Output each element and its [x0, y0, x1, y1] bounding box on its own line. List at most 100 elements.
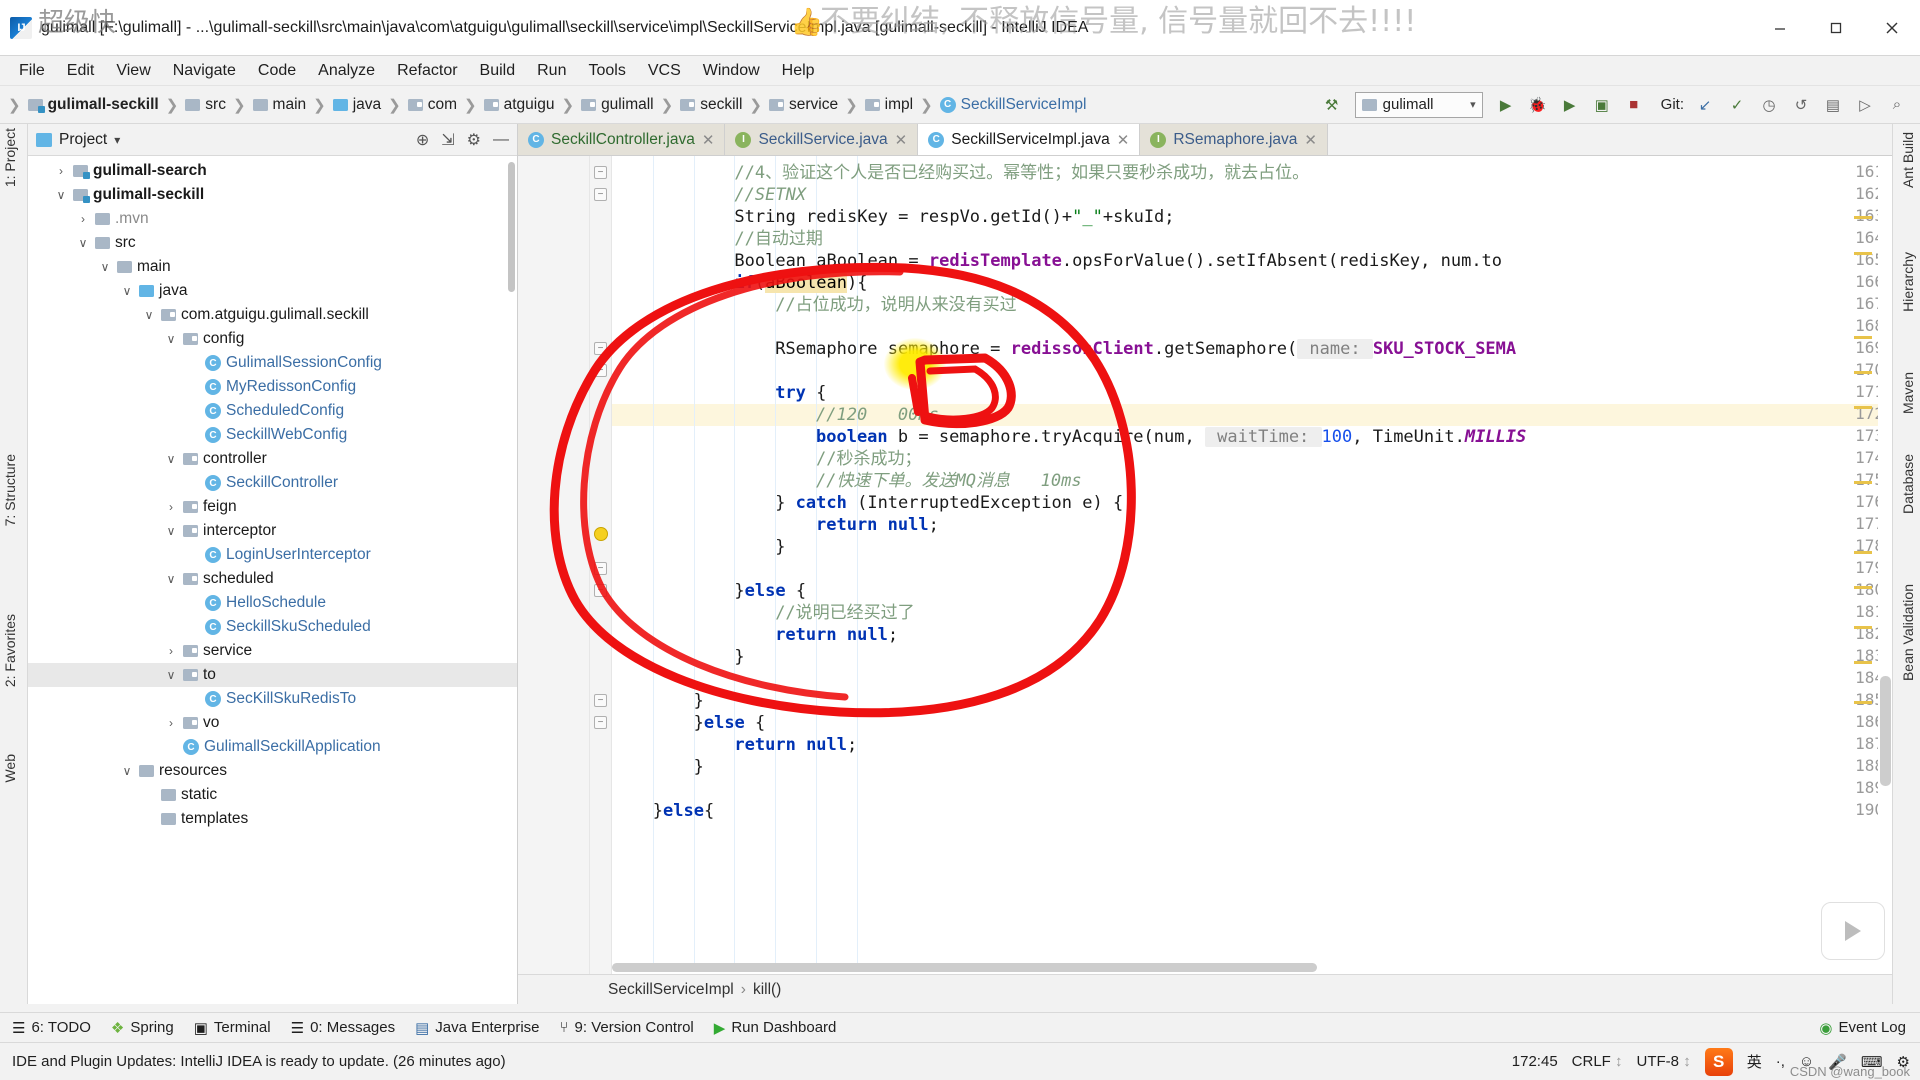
- breadcrumb-item-impl[interactable]: impl: [862, 94, 916, 116]
- debug-button[interactable]: 🐞: [1523, 91, 1553, 119]
- tree-row[interactable]: › service: [28, 639, 517, 663]
- menu-navigate[interactable]: Navigate: [162, 59, 247, 83]
- rollback-button[interactable]: ↺: [1786, 91, 1816, 119]
- tree-row[interactable]: ∨ src: [28, 231, 517, 255]
- video-player-badge[interactable]: [1821, 902, 1885, 960]
- breadcrumb-item-java[interactable]: java: [330, 94, 384, 116]
- code-line[interactable]: }: [775, 536, 785, 558]
- code-line[interactable]: //120 00ms: [816, 404, 939, 426]
- build-button[interactable]: ⚒: [1317, 91, 1347, 119]
- menu-vcs[interactable]: VCS: [637, 59, 692, 83]
- close-icon[interactable]: ✕: [702, 131, 715, 149]
- code-line[interactable]: return null;: [734, 734, 857, 756]
- code-line[interactable]: if(aBoolean){: [734, 272, 868, 294]
- status-message[interactable]: IDE and Plugin Updates: IntelliJ IDEA is…: [12, 1053, 506, 1070]
- tree-row[interactable]: ›CMyRedissonConfig: [28, 375, 517, 399]
- editor-tab[interactable]: I SeckillService.java ✕: [725, 124, 919, 155]
- tree-row[interactable]: ∨ com.atguigu.gulimall.seckill: [28, 303, 517, 327]
- chevron-right-icon[interactable]: ›: [164, 716, 178, 730]
- select-run-button[interactable]: ▷: [1850, 91, 1880, 119]
- fold-marker[interactable]: −: [594, 364, 607, 377]
- collapse-all-icon[interactable]: ⇲: [441, 130, 454, 150]
- code-line[interactable]: return null;: [816, 514, 939, 536]
- tool-window-terminal[interactable]: ▣ Terminal: [194, 1019, 271, 1037]
- sidebar-item-hierarchy[interactable]: Hierarchy: [1900, 252, 1916, 312]
- chevron-down-icon[interactable]: ∨: [120, 284, 134, 298]
- menu-help[interactable]: Help: [771, 59, 826, 83]
- menu-code[interactable]: Code: [247, 59, 307, 83]
- tool-window-todo[interactable]: ☰ 6: TODO: [12, 1019, 91, 1037]
- chevron-down-icon[interactable]: ∨: [164, 332, 178, 346]
- mic-icon[interactable]: 🎤: [1828, 1053, 1847, 1071]
- tree-row[interactable]: ∨ interceptor: [28, 519, 517, 543]
- chevron-down-icon[interactable]: ∨: [164, 452, 178, 466]
- tree-row[interactable]: ›CSecKillSkuRedisTo: [28, 687, 517, 711]
- tree-row[interactable]: ›templates: [28, 807, 517, 831]
- menu-analyze[interactable]: Analyze: [307, 59, 386, 83]
- editor-tab[interactable]: I RSemaphore.java ✕: [1140, 124, 1328, 155]
- breadcrumb-class[interactable]: SeckillServiceImpl: [608, 981, 734, 999]
- breadcrumb-item-seckillserviceimpl[interactable]: C SeckillServiceImpl: [937, 94, 1090, 116]
- breadcrumb-method[interactable]: kill(): [753, 981, 781, 999]
- tool-window-messages[interactable]: ☰ 0: Messages: [291, 1019, 396, 1037]
- line-separator[interactable]: CRLF ↕: [1572, 1053, 1623, 1070]
- tree-row[interactable]: ∨ to: [28, 663, 517, 687]
- editor-tab[interactable]: C SeckillController.java ✕: [518, 124, 726, 155]
- locate-icon[interactable]: ⊕: [416, 130, 429, 150]
- hide-icon[interactable]: —: [493, 131, 509, 149]
- editor-tab[interactable]: C SeckillServiceImpl.java ✕: [918, 124, 1141, 155]
- tree-row[interactable]: ›CSeckillController: [28, 471, 517, 495]
- chevron-down-icon[interactable]: ∨: [76, 236, 90, 250]
- breadcrumb-item-src[interactable]: src: [182, 94, 229, 116]
- code-line[interactable]: try {: [775, 382, 826, 404]
- fold-marker[interactable]: −: [594, 342, 607, 355]
- intention-bulb-icon[interactable]: [594, 527, 608, 541]
- tool-window-java-enterprise[interactable]: ▤ Java Enterprise: [415, 1019, 539, 1037]
- fold-marker[interactable]: −: [594, 716, 607, 729]
- sidebar-item-ant-build[interactable]: Ant Build: [1900, 132, 1916, 188]
- breadcrumb-item-gulimall[interactable]: gulimall: [578, 94, 657, 116]
- code-line[interactable]: //自动过期: [734, 228, 822, 250]
- ime-logo-icon[interactable]: S: [1704, 1047, 1733, 1076]
- sidebar-item-project[interactable]: 1: Project: [2, 128, 18, 187]
- tree-row[interactable]: ∨ resources: [28, 759, 517, 783]
- run-configuration-selector[interactable]: gulimall ▾: [1354, 91, 1483, 118]
- breadcrumb-item-gulimall-seckill[interactable]: gulimall-seckill: [25, 94, 162, 116]
- breadcrumb-item-service[interactable]: service: [766, 94, 841, 116]
- run-with-coverage-button[interactable]: ▶: [1555, 91, 1585, 119]
- settings-gear-icon[interactable]: ⚙: [1897, 1053, 1910, 1071]
- menu-window[interactable]: Window: [692, 59, 771, 83]
- sidebar-item-database[interactable]: Database: [1900, 454, 1916, 514]
- menu-build[interactable]: Build: [469, 59, 527, 83]
- open-settings-button[interactable]: ▤: [1818, 91, 1848, 119]
- tree-row[interactable]: ∨ config: [28, 327, 517, 351]
- commit-button[interactable]: ✓: [1722, 91, 1752, 119]
- tree-row[interactable]: ›CSeckillSkuScheduled: [28, 615, 517, 639]
- code-line[interactable]: } catch (InterruptedException e) {: [775, 492, 1123, 514]
- emoji-icon[interactable]: ☺: [1799, 1053, 1814, 1070]
- sidebar-item-structure[interactable]: 7: Structure: [2, 454, 18, 526]
- menu-run[interactable]: Run: [526, 59, 577, 83]
- code-line[interactable]: }else{: [653, 800, 714, 822]
- file-encoding[interactable]: UTF-8 ↕: [1637, 1053, 1691, 1070]
- breadcrumb-item-atguigu[interactable]: atguigu: [481, 94, 558, 116]
- close-button[interactable]: [1864, 0, 1920, 56]
- close-icon[interactable]: ✕: [1117, 131, 1130, 149]
- half-width-icon[interactable]: ·,: [1776, 1053, 1785, 1070]
- menu-edit[interactable]: Edit: [56, 59, 106, 83]
- tool-window-spring[interactable]: ❖ Spring: [111, 1019, 174, 1037]
- menu-refactor[interactable]: Refactor: [386, 59, 468, 83]
- code-line[interactable]: return null;: [775, 624, 898, 646]
- editor-vertical-scrollbar[interactable]: [1878, 156, 1892, 974]
- code-text[interactable]: //4、验证这个人是否已经购买过。幂等性；如果只要秒杀成功，就去占位。//SET…: [612, 156, 1892, 974]
- code-line[interactable]: //快速下单。发送MQ消息 10ms: [816, 470, 1082, 492]
- tree-row[interactable]: ∨ scheduled: [28, 567, 517, 591]
- tree-row[interactable]: ›CGulimallSessionConfig: [28, 351, 517, 375]
- code-line[interactable]: }else {: [734, 580, 806, 602]
- tree-row[interactable]: › feign: [28, 495, 517, 519]
- settings-gear-icon[interactable]: ⚙: [467, 130, 481, 150]
- menu-tools[interactable]: Tools: [577, 59, 636, 83]
- fold-marker[interactable]: −: [594, 694, 607, 707]
- profile-button[interactable]: ▣: [1587, 91, 1617, 119]
- breadcrumb-item-com[interactable]: com: [405, 94, 460, 116]
